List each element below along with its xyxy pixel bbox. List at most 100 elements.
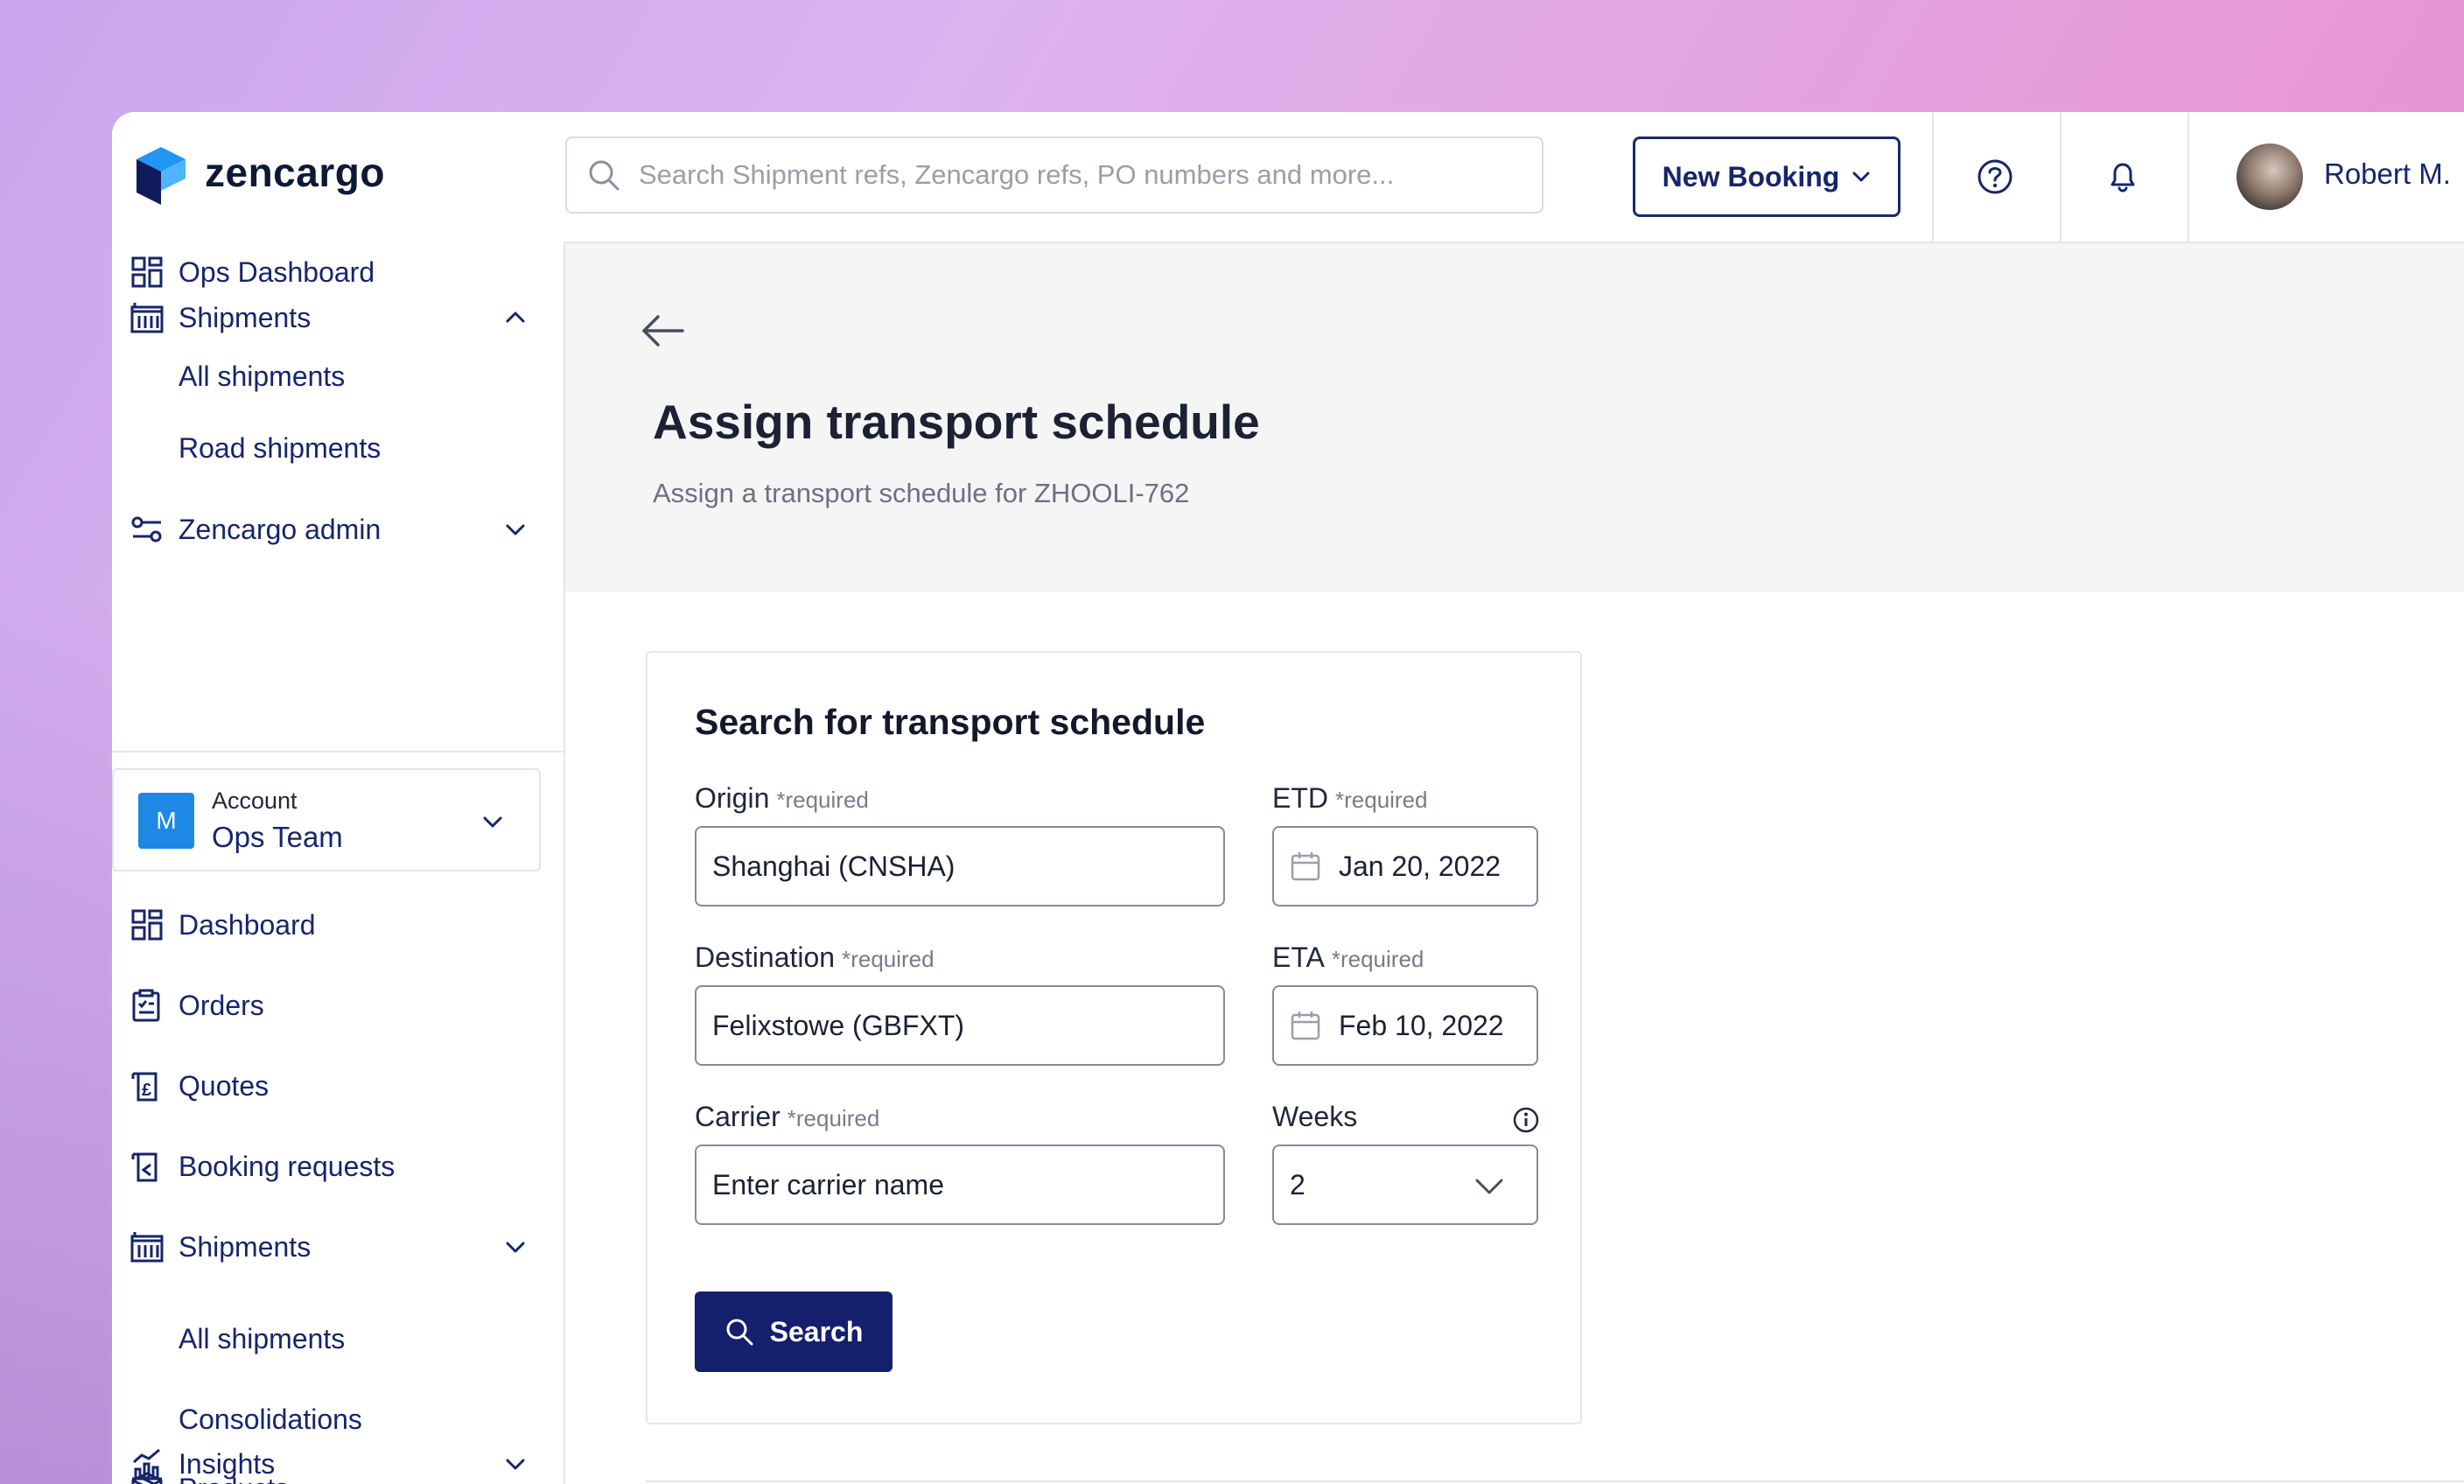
chevron-down-icon[interactable] (502, 1451, 528, 1477)
search-button-label: Search (769, 1315, 864, 1348)
clipboard-icon (132, 989, 160, 1022)
building-icon (130, 1232, 164, 1263)
page-title: Assign transport schedule (653, 395, 1260, 449)
chevron-up-icon[interactable] (502, 304, 528, 331)
carrier-field[interactable]: Enter carrier name (695, 1144, 1225, 1225)
carrier-label: Carrier *required (695, 1101, 879, 1133)
account-label: Account (212, 788, 298, 814)
required-hint: *required (776, 787, 869, 813)
carrier-placeholder: Enter carrier name (712, 1168, 944, 1200)
building-icon (130, 303, 164, 333)
page-header: Assign transport schedule Assign a trans… (565, 243, 2464, 592)
sidebar-item-label: Shipments (178, 1230, 312, 1263)
destination-value: Felixstowe (GBFXT) (712, 1009, 965, 1041)
destination-label-text: Destination (695, 942, 836, 973)
info-icon[interactable] (1512, 1106, 1540, 1134)
divider (2188, 112, 2189, 242)
carrier-label-text: Carrier (695, 1101, 780, 1132)
user-name[interactable]: Robert M. (2324, 158, 2451, 191)
account-team: Ops Team (212, 821, 343, 853)
sidebar: Ops Dashboard Shipments All shipments Ro (112, 242, 565, 1484)
chevron-down-icon (1852, 172, 1870, 182)
sidebar-item-shipments-account[interactable]: Shipments (112, 1216, 564, 1278)
dashboard-icon (131, 256, 163, 288)
chevron-down-icon[interactable] (502, 1234, 528, 1260)
search-schedule-card: Search for transport schedule Origin *req… (646, 651, 1582, 1424)
required-hint: *required (787, 1105, 880, 1131)
sidebar-item-booking-requests[interactable]: Booking requests (112, 1136, 564, 1197)
sidebar-item-label: Shipments (178, 301, 312, 333)
sidebar-item-quotes[interactable]: £ Quotes (112, 1055, 564, 1116)
divider (2060, 112, 2062, 242)
sidebar-item-label: Dashboard (178, 908, 316, 941)
sidebar-item-zencargo-admin[interactable]: Zencargo admin (112, 499, 564, 560)
sidebar-item-insights[interactable]: Insights (112, 1433, 564, 1484)
eta-label-text: ETA (1272, 942, 1325, 973)
etd-date-field[interactable]: Jan 20, 2022 (1272, 826, 1538, 906)
global-search[interactable] (565, 136, 1544, 214)
sidebar-item-orders[interactable]: Orders (112, 975, 564, 1036)
eta-value: Feb 10, 2022 (1339, 1009, 1504, 1041)
eta-label: ETA *required (1272, 942, 1424, 974)
help-icon[interactable] (1976, 158, 2014, 196)
sidebar-subitem-all-shipments[interactable]: All shipments (178, 1323, 345, 1355)
calendar-icon (1291, 1012, 1320, 1040)
new-booking-label: New Booking (1662, 160, 1840, 192)
weeks-value: 2 (1290, 1168, 1306, 1200)
required-hint: *required (1331, 946, 1424, 972)
sidebar-item-label: Booking requests (178, 1150, 396, 1182)
etd-value: Jan 20, 2022 (1339, 850, 1502, 882)
weeks-label-text: Weeks (1272, 1101, 1358, 1132)
divider (646, 1480, 2464, 1482)
bell-icon[interactable] (2104, 158, 2142, 196)
top-bar: zencargo New Booking Robert M. (112, 112, 2464, 243)
sidebar-item-label: Insights (178, 1447, 276, 1480)
origin-value: Shanghai (CNSHA) (712, 850, 956, 882)
sidebar-subitem-road-shipments[interactable]: Road shipments (178, 432, 381, 465)
destination-label: Destination *required (695, 942, 934, 974)
destination-field[interactable]: Felixstowe (GBFXT) (695, 985, 1225, 1066)
etd-label: ETD *required (1272, 782, 1428, 815)
sidebar-item-label: Ops Dashboard (178, 256, 375, 288)
account-switcher[interactable]: M Account Ops Team (112, 768, 541, 872)
user-avatar[interactable] (2236, 144, 2303, 210)
back-arrow-icon[interactable] (640, 313, 686, 348)
origin-label: Origin *required (695, 782, 869, 815)
sidebar-item-label: Orders (178, 989, 264, 1021)
divider (1932, 112, 1934, 242)
chart-icon (132, 1448, 162, 1480)
search-icon (589, 160, 620, 191)
sliders-icon (131, 516, 162, 542)
sidebar-subitem-consolidations[interactable]: Consolidations (178, 1404, 362, 1436)
pound-scroll-icon: £ (131, 1072, 158, 1102)
required-hint: *required (1335, 787, 1428, 813)
etd-label-text: ETD (1272, 782, 1328, 814)
weeks-label: Weeks (1272, 1101, 1357, 1133)
search-button[interactable]: Search (695, 1292, 892, 1372)
svg-text:£: £ (142, 1081, 151, 1100)
sidebar-divider (112, 751, 564, 752)
card-title: Search for transport schedule (695, 702, 1206, 742)
eta-date-field[interactable]: Feb 10, 2022 (1272, 985, 1538, 1066)
search-icon (726, 1319, 753, 1346)
zencargo-logo-icon (136, 147, 186, 205)
new-booking-button[interactable]: New Booking (1633, 136, 1900, 217)
required-hint: *required (842, 946, 934, 972)
sidebar-item-label: Quotes (178, 1069, 270, 1102)
search-input[interactable] (637, 158, 1498, 192)
origin-field[interactable]: Shanghai (CNSHA) (695, 826, 1225, 906)
booking-scroll-icon (131, 1152, 158, 1182)
sidebar-item-shipments[interactable]: Shipments (112, 287, 564, 348)
chevron-down-icon[interactable] (502, 516, 528, 542)
dashboard-icon (131, 909, 163, 941)
sidebar-subitem-all-shipments[interactable]: All shipments (178, 360, 345, 393)
weeks-select[interactable]: 2 (1272, 1144, 1538, 1225)
app-window: zencargo New Booking Robert M. (112, 112, 2464, 1484)
chevron-down-icon (1475, 1179, 1503, 1194)
sidebar-item-dashboard[interactable]: Dashboard (112, 894, 564, 956)
chevron-down-icon (483, 816, 502, 828)
origin-label-text: Origin (695, 782, 770, 814)
calendar-icon (1291, 852, 1320, 881)
page-subtitle: Assign a transport schedule for ZHOOLI-7… (653, 478, 1190, 508)
brand-name[interactable]: zencargo (205, 149, 385, 196)
